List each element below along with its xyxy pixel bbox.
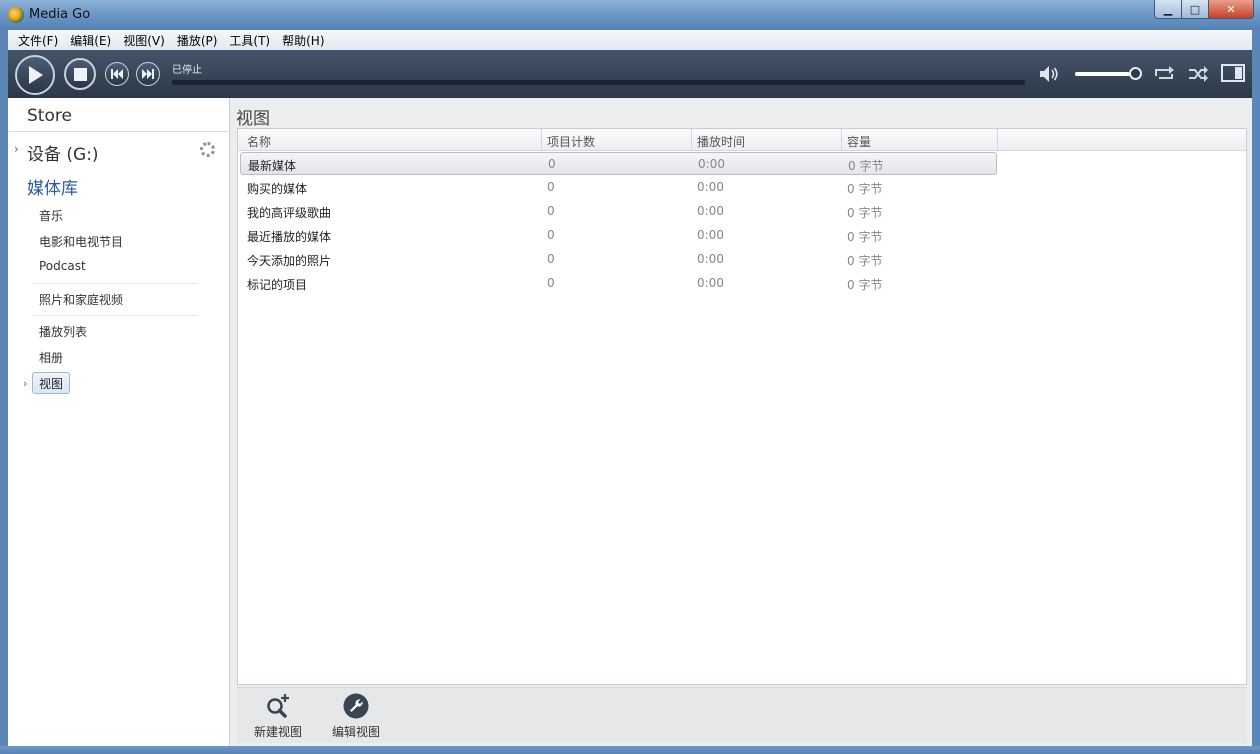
stop-button[interactable] [64, 58, 96, 90]
repeat-icon[interactable] [1153, 64, 1175, 84]
menu-play[interactable]: 播放(P) [171, 32, 224, 49]
sidebar-store[interactable]: Store [27, 106, 72, 126]
table-row[interactable]: 购买的媒体 0 0:00 0 字节 [240, 176, 997, 199]
menu-view[interactable]: 视图(V) [117, 32, 171, 49]
menu-help[interactable]: 帮助(H) [276, 32, 330, 49]
window-controls: ▁ □ ✕ [1154, 0, 1254, 20]
cell-count: 0 [547, 204, 555, 218]
sidebar-divider [32, 315, 198, 316]
title-bar: Media Go ▁ □ ✕ [0, 0, 1260, 30]
cell-time: 0:00 [697, 276, 724, 290]
next-icon [142, 69, 154, 79]
new-view-button[interactable]: 新建视图 [245, 692, 311, 742]
column-header-count[interactable]: 项目计数 [547, 133, 595, 150]
edit-view-button[interactable]: 编辑视图 [323, 692, 389, 742]
views-table: 名称 项目计数 播放时间 容量 最新媒体 0 0:00 0 字节 购买的媒体 0… [237, 128, 1247, 685]
cell-time: 0:00 [697, 228, 724, 242]
chevron-right-icon[interactable]: › [14, 142, 19, 156]
window-title: Media Go [29, 7, 91, 22]
stop-icon [73, 67, 87, 81]
sidebar-divider [8, 131, 230, 132]
cell-name: 最近播放的媒体 [247, 230, 332, 244]
cell-size: 0 字节 [847, 278, 883, 292]
sidebar-item-albums[interactable]: 相册 [39, 349, 63, 366]
sidebar-item-photos[interactable]: 照片和家庭视频 [39, 291, 123, 308]
sidebar-item-movies-tv[interactable]: 电影和电视节目 [39, 233, 123, 250]
sidebar-device[interactable]: 设备 (G:) [27, 140, 99, 165]
table-row[interactable]: 今天添加的照片 0 0:00 0 字节 [240, 248, 997, 271]
cell-count: 0 [547, 228, 555, 242]
cell-time: 0:00 [697, 204, 724, 218]
cell-count: 0 [547, 180, 555, 194]
close-button[interactable]: ✕ [1208, 0, 1254, 19]
window-frame-bottom [0, 746, 1260, 754]
menu-edit[interactable]: 编辑(E) [64, 32, 117, 49]
previous-button[interactable] [105, 62, 129, 86]
loading-spinner-icon [200, 142, 215, 157]
progress-bar[interactable] [172, 80, 1025, 85]
table-header: 名称 项目计数 播放时间 容量 [238, 129, 1246, 151]
next-button[interactable] [136, 62, 160, 86]
play-button[interactable] [15, 55, 55, 95]
cell-time: 0:00 [697, 180, 724, 194]
minimize-button[interactable]: ▁ [1154, 0, 1182, 19]
wrench-icon [343, 693, 369, 719]
layout-icon[interactable] [1221, 64, 1245, 82]
cell-count: 0 [547, 252, 555, 266]
column-divider[interactable] [841, 129, 842, 151]
sidebar-item-playlists[interactable]: 播放列表 [39, 323, 87, 340]
table-row[interactable]: 最近播放的媒体 0 0:00 0 字节 [240, 224, 997, 247]
action-bar: 新建视图 编辑视图 [237, 687, 1247, 743]
column-divider[interactable] [541, 129, 542, 151]
sidebar-item-views[interactable]: 视图 [32, 372, 70, 394]
page-title: 视图 [236, 109, 270, 129]
sidebar: Store › 设备 (G:) 媒体库 音乐 电影和电视节目 Podcast 照… [8, 98, 230, 746]
cell-name: 我的高评级歌曲 [247, 206, 332, 220]
app-icon [8, 7, 24, 23]
cell-size: 0 字节 [848, 159, 884, 173]
volume-knob[interactable] [1129, 67, 1142, 80]
cell-name: 标记的项目 [247, 278, 308, 292]
sidebar-divider [32, 283, 198, 284]
cell-name: 购买的媒体 [247, 182, 308, 196]
play-icon [29, 66, 43, 84]
chevron-right-icon[interactable]: › [23, 377, 27, 390]
player-toolbar: 已停止 [8, 50, 1252, 98]
volume-fill [1075, 72, 1129, 76]
edit-view-label: 编辑视图 [331, 725, 380, 739]
cell-time: 0:00 [698, 157, 725, 171]
shuffle-icon[interactable] [1187, 64, 1209, 84]
cell-size: 0 字节 [847, 182, 883, 196]
column-divider[interactable] [997, 129, 998, 151]
cell-size: 0 字节 [847, 206, 883, 220]
cell-size: 0 字节 [847, 230, 883, 244]
sidebar-item-music[interactable]: 音乐 [39, 207, 63, 224]
cell-count: 0 [548, 157, 556, 171]
cell-count: 0 [547, 276, 555, 290]
volume-icon[interactable] [1039, 65, 1059, 83]
menu-bar: 文件(F) 编辑(E) 视图(V) 播放(P) 工具(T) 帮助(H) [8, 30, 1252, 50]
volume-slider[interactable] [1075, 72, 1135, 76]
search-plus-icon [267, 694, 289, 718]
table-row[interactable]: 我的高评级歌曲 0 0:00 0 字节 [240, 200, 997, 223]
cell-size: 0 字节 [847, 254, 883, 268]
maximize-button[interactable]: □ [1181, 0, 1209, 19]
playback-status: 已停止 [172, 65, 202, 76]
column-header-size[interactable]: 容量 [847, 133, 871, 150]
cell-name: 最新媒体 [248, 159, 297, 173]
new-view-label: 新建视图 [253, 725, 302, 739]
column-header-name[interactable]: 名称 [247, 133, 271, 150]
previous-icon [111, 69, 123, 79]
column-divider[interactable] [691, 129, 692, 151]
column-header-time[interactable]: 播放时间 [697, 133, 745, 150]
sidebar-library[interactable]: 媒体库 [27, 174, 78, 199]
menu-tools[interactable]: 工具(T) [223, 32, 276, 49]
main-panel: 视图 名称 项目计数 播放时间 容量 最新媒体 0 0:00 0 字节 购买的媒… [230, 98, 1252, 746]
table-row[interactable]: 标记的项目 0 0:00 0 字节 [240, 272, 997, 295]
sidebar-item-podcast[interactable]: Podcast [39, 259, 86, 273]
cell-name: 今天添加的照片 [247, 254, 332, 268]
cell-time: 0:00 [697, 252, 724, 266]
table-row[interactable]: 最新媒体 0 0:00 0 字节 [240, 152, 997, 175]
menu-file[interactable]: 文件(F) [12, 32, 64, 49]
